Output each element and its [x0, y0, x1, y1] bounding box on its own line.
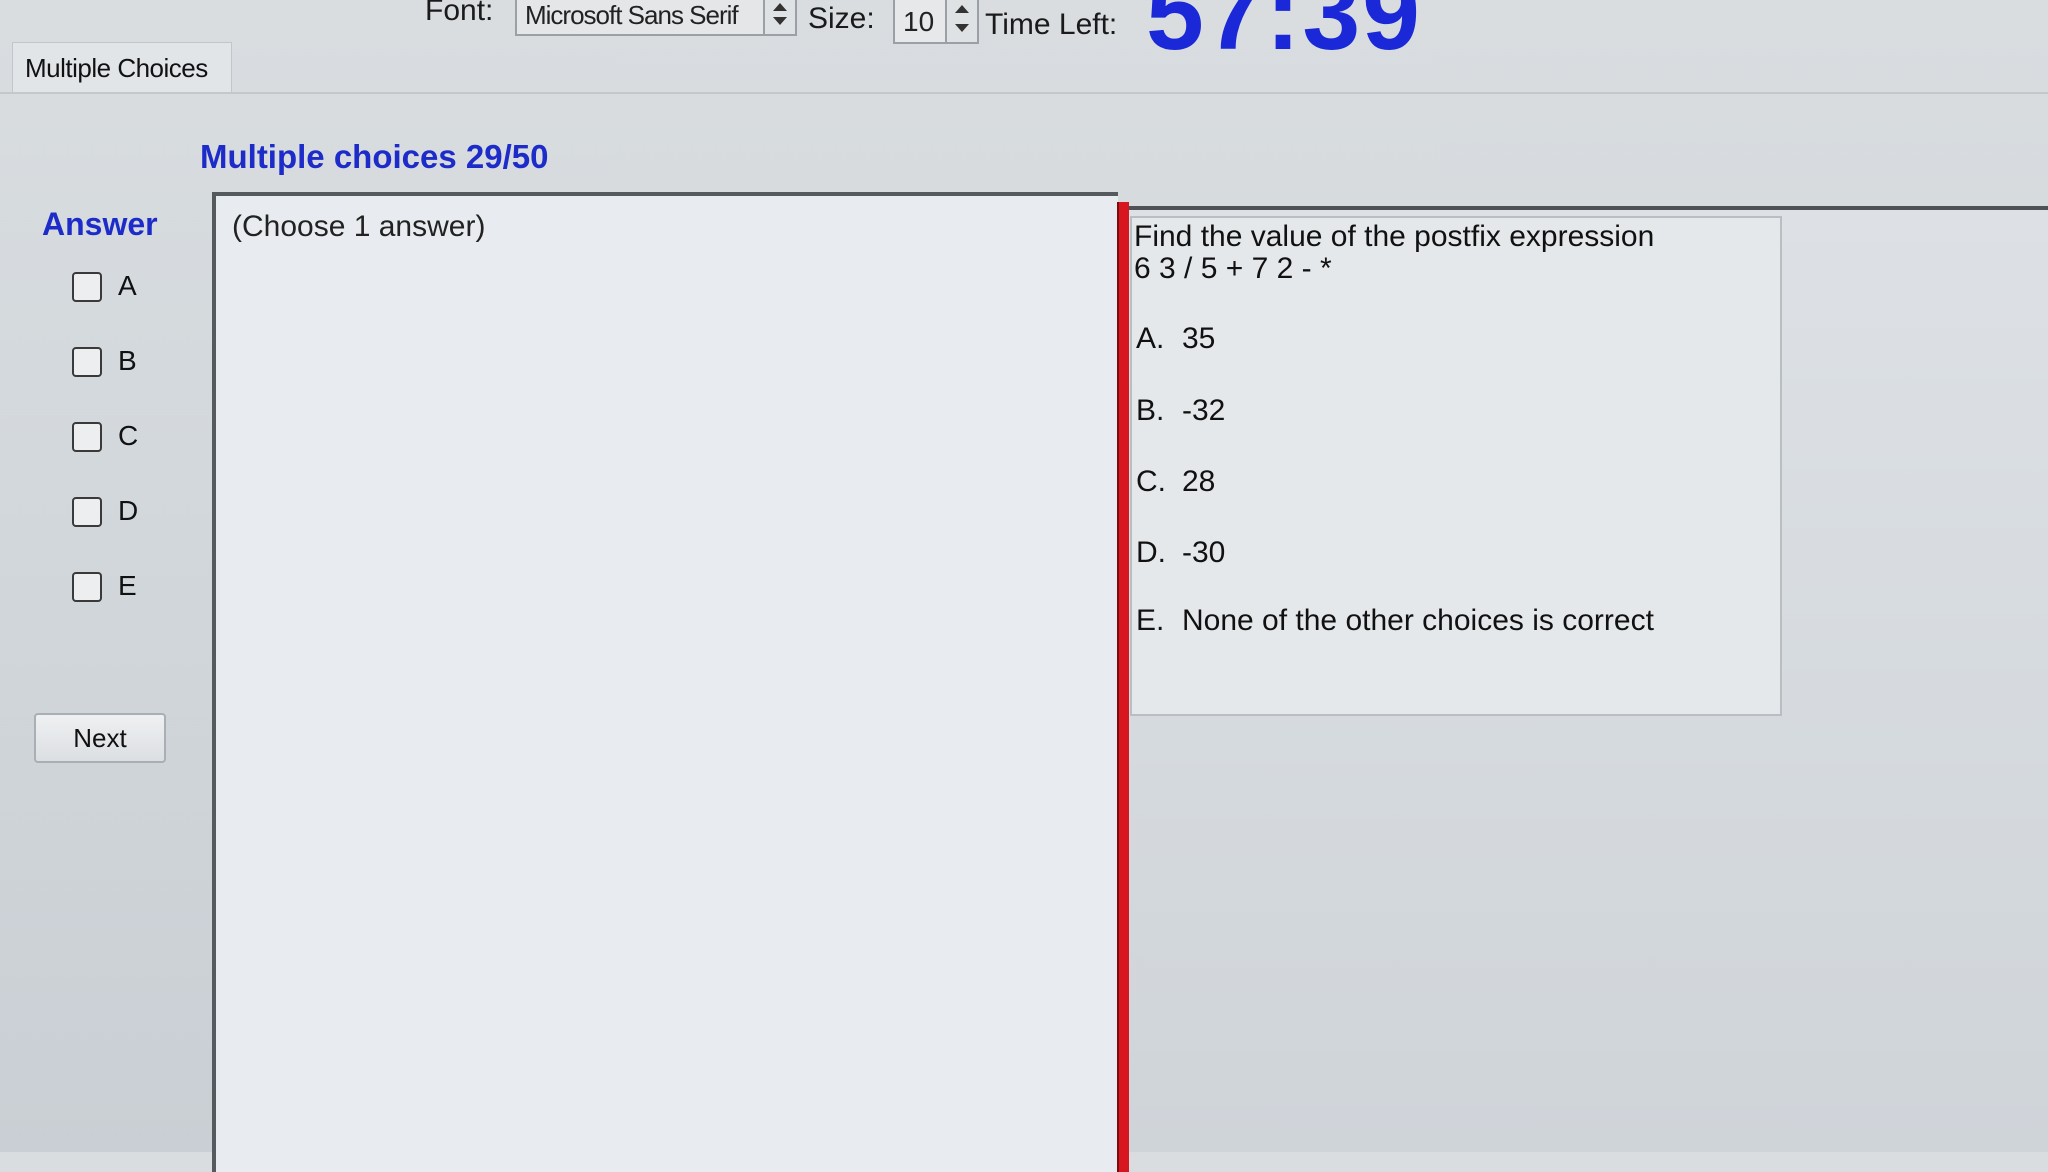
tab-label: Multiple Choices — [25, 53, 208, 83]
choice-letter: B. — [1136, 394, 1165, 427]
size-input[interactable]: 10 — [893, 0, 979, 44]
page-title: Multiple choices 29/50 — [200, 138, 549, 175]
choice-letter: D. — [1136, 536, 1166, 569]
checkbox-e[interactable] — [72, 572, 102, 602]
checkbox-d[interactable] — [72, 497, 102, 527]
checkbox-b[interactable] — [72, 347, 102, 377]
answer-option-label: B — [118, 345, 137, 376]
answer-option-label: A — [118, 270, 137, 301]
question-box — [1130, 216, 1782, 716]
choice-text: -30 — [1182, 536, 1226, 569]
size-label: Size: — [808, 2, 875, 35]
panel-splitter[interactable] — [1117, 202, 1129, 1172]
time-left-value: 57:39 — [1146, 0, 1422, 72]
toolbar: Font: Microsoft Sans Serif Size: 10 Time… — [0, 0, 2048, 66]
choice-text: 28 — [1182, 465, 1216, 498]
size-input-value: 10 — [903, 6, 935, 37]
answer-notes-panel[interactable]: (Choose 1 answer) — [212, 192, 1118, 1172]
tab-multiple-choices[interactable]: Multiple Choices — [12, 42, 232, 92]
answer-option-label: E — [118, 570, 137, 601]
answer-option-label: C — [118, 420, 139, 451]
next-button[interactable]: Next — [34, 713, 166, 763]
choice-text: 35 — [1182, 322, 1216, 355]
size-spinner[interactable] — [945, 0, 977, 42]
choice-letter: A. — [1136, 322, 1165, 355]
font-label: Font: — [425, 0, 494, 27]
question-choice-e: E. None of the other choices is correct — [1136, 604, 1654, 638]
font-select[interactable]: Microsoft Sans Serif — [515, 0, 797, 36]
question-panel-border — [1129, 206, 2048, 210]
question-choice-c: C. 28 — [1136, 465, 1215, 499]
spin-up-icon[interactable] — [955, 5, 969, 13]
question-expression: 6 3 / 5 + 7 2 - * — [1134, 252, 1332, 285]
choose-instruction: (Choose 1 answer) — [232, 210, 486, 243]
answer-option-label: D — [118, 495, 139, 526]
time-left-label: Time Left: — [985, 8, 1118, 41]
choice-letter: C. — [1136, 465, 1166, 498]
checkbox-c[interactable] — [72, 422, 102, 452]
answer-title: Answer — [42, 206, 158, 242]
question-text: Find the value of the postfix expression — [1134, 220, 1655, 253]
font-select-value: Microsoft Sans Serif — [525, 0, 739, 30]
choice-text: -32 — [1182, 394, 1226, 427]
choice-text: None of the other choices is correct — [1182, 604, 1654, 637]
tab-divider — [0, 92, 2048, 94]
checkbox-a[interactable] — [72, 272, 102, 302]
question-choice-a: A. 35 — [1136, 322, 1215, 356]
question-choice-d: D. -30 — [1136, 536, 1225, 570]
font-spinner[interactable] — [763, 0, 795, 34]
spin-down-icon[interactable] — [955, 24, 969, 32]
spin-up-icon[interactable] — [773, 3, 787, 11]
spin-down-icon[interactable] — [773, 17, 787, 25]
choice-letter: E. — [1136, 604, 1165, 637]
question-choice-b: B. -32 — [1136, 394, 1225, 428]
